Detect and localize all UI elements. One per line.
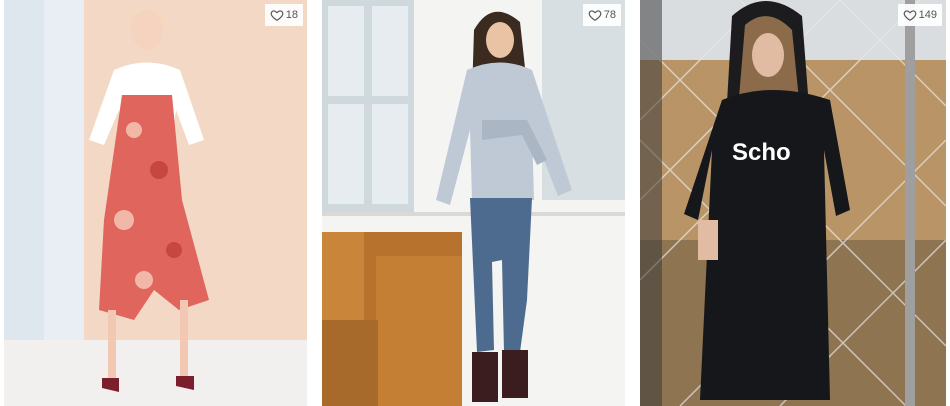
like-button[interactable]: 78	[582, 4, 621, 26]
like-button[interactable]: 18	[264, 4, 303, 26]
product-photo[interactable]: Scho	[640, 0, 946, 406]
product-card[interactable]: Scho 149	[640, 0, 946, 406]
hoodie-print-text: Scho	[732, 139, 791, 166]
like-count: 78	[603, 8, 616, 21]
like-count: 18	[285, 8, 298, 21]
heart-outline-icon	[903, 10, 917, 21]
product-card[interactable]: 78	[322, 0, 625, 406]
product-card[interactable]: 18	[4, 0, 307, 406]
like-count: 149	[918, 8, 937, 21]
heart-outline-icon	[270, 10, 284, 21]
heart-outline-icon	[588, 10, 602, 21]
like-button[interactable]: 149	[897, 4, 942, 26]
product-photo[interactable]	[4, 0, 307, 406]
product-grid: 18 78 Scho 149	[0, 0, 950, 406]
product-photo[interactable]	[322, 0, 625, 406]
